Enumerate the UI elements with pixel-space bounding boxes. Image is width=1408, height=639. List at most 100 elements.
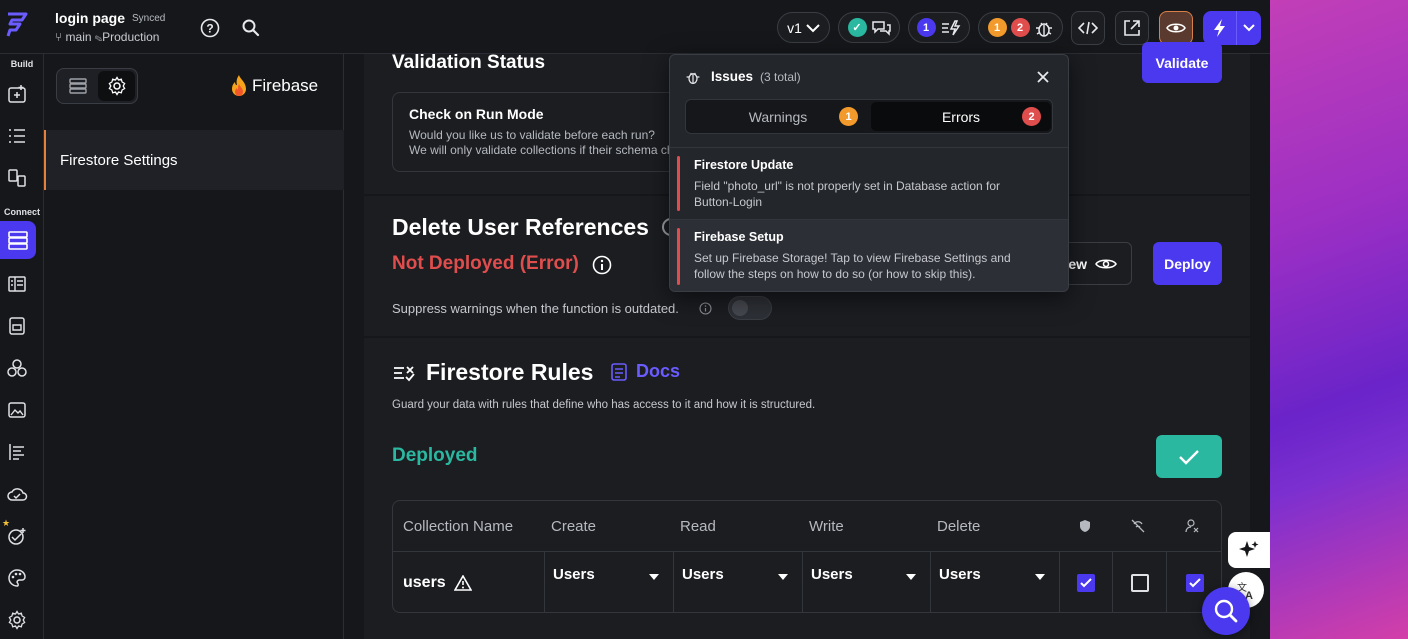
project-title[interactable]: login page — [55, 10, 125, 26]
settings-panel: Firebase Firestore Settings — [44, 54, 344, 639]
rule-checkbox-3[interactable] — [1186, 574, 1204, 592]
desktop-wallpaper — [1270, 0, 1408, 639]
column-header-write: Write — [809, 517, 844, 535]
theme-icon[interactable] — [6, 567, 28, 589]
check-icon — [1179, 449, 1199, 465]
rule-checkbox-2[interactable] — [1130, 574, 1149, 592]
deploy-button[interactable]: Deploy — [1153, 242, 1222, 285]
user-remove-icon — [1185, 519, 1199, 533]
document-icon — [611, 362, 627, 381]
deploy-rules-button[interactable] — [1156, 435, 1222, 478]
delete-permission-value: Users — [939, 566, 981, 583]
database-icon — [8, 231, 28, 250]
rule-checkbox-cell — [1112, 552, 1166, 612]
warnings-badge: 1 — [839, 107, 858, 126]
cloud-functions-icon[interactable] — [6, 483, 28, 505]
caret-down-icon — [778, 574, 788, 580]
widget-tree-icon[interactable] — [6, 125, 28, 147]
info-icon[interactable] — [699, 302, 712, 315]
warning-icon[interactable] — [453, 575, 472, 591]
ai-assistant-button[interactable] — [1228, 532, 1270, 568]
issue-item-firestore-update[interactable]: Firestore Update Field "photo_url" is no… — [670, 147, 1068, 219]
storyboard-icon[interactable] — [6, 167, 28, 189]
image-assets-icon[interactable] — [6, 399, 28, 421]
chevron-down-icon — [806, 23, 820, 32]
tab-warnings[interactable]: Warnings 1 — [688, 102, 868, 131]
collection-name: users — [403, 574, 446, 591]
column-header-collection: Collection Name — [403, 517, 514, 535]
rules-icon — [394, 366, 415, 382]
check-icon: ✓ — [847, 18, 867, 37]
bug-icon — [686, 72, 700, 85]
run-button[interactable] — [1203, 11, 1261, 45]
gear-icon — [108, 76, 125, 96]
flutterflow-logo-icon[interactable] — [4, 10, 30, 40]
media-assets-icon[interactable] — [6, 315, 28, 337]
issue-description: Set up Firebase Storage! Tap to view Fir… — [694, 251, 1011, 281]
text-styles-icon[interactable] — [6, 441, 28, 463]
settings-view-tab[interactable] — [98, 71, 135, 101]
no-auth-icon — [1131, 519, 1145, 533]
issues-pill[interactable]: 1 2 — [978, 12, 1063, 43]
errors-badge: 2 — [1022, 107, 1041, 126]
issue-item-firebase-setup[interactable]: Firebase Setup Set up Firebase Storage! … — [670, 219, 1068, 291]
issues-title: Issues — [711, 69, 754, 84]
issues-tabs: Warnings 1 Errors 2 — [685, 99, 1053, 134]
shield-icon — [1080, 520, 1090, 532]
delete-refs-status: Not Deployed (Error) — [392, 253, 579, 274]
read-permission-select[interactable]: Users — [673, 552, 802, 612]
view-label: ew — [1068, 255, 1087, 272]
rule-checkbox-1[interactable] — [1077, 574, 1095, 592]
rule-checkbox-cell — [1059, 552, 1112, 612]
external-link-icon — [1124, 20, 1140, 36]
version-selector[interactable]: v1 — [777, 12, 830, 43]
tests-icon[interactable] — [6, 525, 28, 547]
create-permission-select[interactable]: Users — [544, 552, 673, 612]
suppress-warnings-toggle[interactable] — [728, 296, 772, 320]
firebase-brand: Firebase — [230, 74, 318, 98]
data-schema-icon[interactable] — [6, 273, 28, 295]
settings-gear-icon[interactable] — [6, 609, 28, 631]
panel-item-firestore-settings[interactable]: Firestore Settings — [44, 130, 344, 190]
info-icon[interactable] — [592, 255, 612, 275]
check-comments-pill[interactable]: ✓ — [838, 12, 900, 43]
database-view-tab[interactable] — [59, 71, 96, 101]
docs-link[interactable]: Docs — [610, 361, 680, 382]
eye-icon — [1166, 23, 1186, 33]
create-permission-value: Users — [553, 566, 595, 583]
help-icon[interactable]: ? — [199, 17, 221, 39]
column-header-delete: Delete — [937, 517, 981, 535]
write-permission-select[interactable]: Users — [802, 552, 930, 612]
tab-errors[interactable]: Errors 2 — [871, 102, 1051, 131]
branch-icon: ⑂ — [55, 30, 63, 44]
sparkle-icon — [1239, 541, 1259, 557]
validate-button[interactable]: Validate — [1142, 42, 1222, 83]
column-header-create: Create — [551, 517, 597, 535]
bug-icon — [1035, 22, 1052, 37]
preview-button[interactable] — [1159, 11, 1193, 45]
write-permission-value: Users — [811, 566, 853, 583]
add-widget-icon[interactable] — [6, 83, 28, 105]
help-search-button[interactable] — [1202, 587, 1250, 635]
open-external-button[interactable] — [1115, 11, 1149, 45]
branch-info[interactable]: ⑂ main ✎Production — [55, 30, 159, 44]
svg-text:?: ? — [206, 22, 213, 36]
agents-pill[interactable]: 1 — [908, 12, 970, 43]
close-icon[interactable] — [1036, 70, 1050, 84]
chevron-down-icon[interactable] — [1237, 11, 1261, 45]
connect-section-label: Connect — [4, 207, 40, 217]
code-icon — [1078, 21, 1098, 35]
firestore-nav-item[interactable] — [0, 221, 36, 259]
code-view-button[interactable] — [1071, 11, 1105, 45]
search-icon[interactable] — [240, 17, 262, 39]
lightning-icon — [1203, 11, 1237, 45]
integrations-icon[interactable] — [6, 357, 28, 379]
issues-total: (3 total) — [760, 70, 801, 84]
delete-permission-select[interactable]: Users — [930, 552, 1059, 612]
agents-count-badge: 1 — [916, 18, 936, 37]
lightning-list-icon — [941, 19, 960, 35]
left-navigation: Build Connect ★ — [0, 54, 44, 639]
run-mode-desc-2: We will only validate collections if the… — [409, 143, 681, 157]
caret-down-icon — [649, 574, 659, 580]
issue-description: Field "photo_url" is not properly set in… — [694, 179, 1001, 209]
